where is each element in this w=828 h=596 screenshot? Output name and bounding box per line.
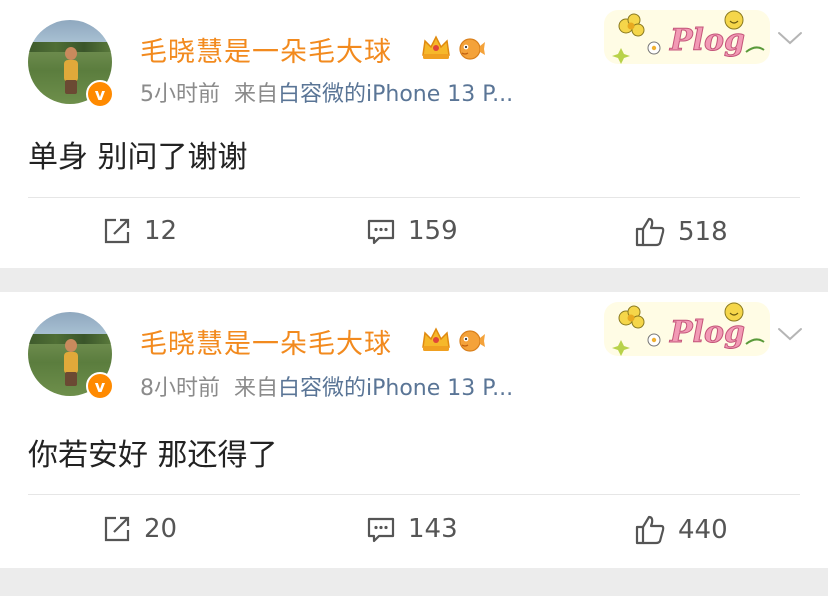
crown-icon bbox=[422, 327, 450, 351]
plog-badge: Plog bbox=[604, 10, 770, 64]
post-source[interactable]: 白容微的iPhone 13 P... bbox=[278, 82, 513, 107]
comment-count: 159 bbox=[408, 216, 458, 246]
avatar-child-legs bbox=[65, 80, 77, 94]
verified-v-icon: v bbox=[86, 372, 114, 400]
post-meta: 5小时前 来自白容微的iPhone 13 P... bbox=[140, 76, 513, 108]
feed-post: v 毛晓慧是一朵毛大球 5小时前 来自白容微的iPhone 13 P... Plo… bbox=[0, 0, 828, 268]
pufferfish-icon bbox=[459, 330, 485, 352]
feed-separator bbox=[0, 568, 828, 596]
repost-count: 12 bbox=[144, 216, 178, 246]
like-button[interactable]: 440 bbox=[634, 514, 728, 546]
repost-icon bbox=[104, 516, 130, 542]
chevron-down-icon[interactable] bbox=[776, 28, 804, 48]
username[interactable]: 毛晓慧是一朵毛大球 bbox=[140, 30, 392, 69]
chevron-down-icon[interactable] bbox=[776, 324, 804, 344]
avatar-child-body bbox=[64, 60, 78, 82]
like-count: 518 bbox=[678, 217, 728, 247]
post-content: 你若安好 那还得了 bbox=[28, 438, 278, 473]
crown-icon bbox=[422, 35, 450, 59]
like-count: 440 bbox=[678, 515, 728, 545]
post-actions: 12 159 518 bbox=[0, 198, 828, 268]
thumbs-up-icon bbox=[635, 217, 665, 247]
avatar-child-body bbox=[64, 352, 78, 374]
repost-button[interactable]: 12 bbox=[102, 216, 177, 246]
comment-button[interactable]: 143 bbox=[366, 514, 458, 544]
post-actions: 20 143 440 bbox=[0, 496, 828, 566]
post-content: 单身 别问了谢谢 bbox=[28, 140, 248, 175]
avatar-child-head bbox=[65, 339, 77, 352]
repost-icon bbox=[104, 218, 130, 244]
post-time: 5小时前 bbox=[140, 82, 220, 107]
avatar-child-head bbox=[65, 47, 77, 60]
pufferfish-icon bbox=[459, 38, 485, 60]
feed-separator bbox=[0, 268, 828, 292]
post-time: 8小时前 bbox=[140, 376, 220, 401]
post-source[interactable]: 白容微的iPhone 13 P... bbox=[278, 376, 513, 401]
verified-v-icon: v bbox=[86, 80, 114, 108]
thumbs-up-icon bbox=[635, 515, 665, 545]
comment-icon bbox=[367, 219, 395, 245]
avatar-child-legs bbox=[65, 372, 77, 386]
comment-icon bbox=[367, 517, 395, 543]
repost-button[interactable]: 20 bbox=[102, 514, 177, 544]
post-meta: 8小时前 来自白容微的iPhone 13 P... bbox=[140, 370, 513, 402]
divider bbox=[28, 494, 800, 495]
feed-post: v 毛晓慧是一朵毛大球 8小时前 来自白容微的iPhone 13 P... Plo… bbox=[0, 292, 828, 568]
comment-count: 143 bbox=[408, 514, 458, 544]
like-button[interactable]: 518 bbox=[634, 216, 728, 248]
from-label: 来自 bbox=[234, 376, 279, 401]
comment-button[interactable]: 159 bbox=[366, 216, 458, 246]
username[interactable]: 毛晓慧是一朵毛大球 bbox=[140, 322, 392, 361]
repost-count: 20 bbox=[144, 514, 178, 544]
plog-badge: Plog bbox=[604, 302, 770, 356]
from-label: 来自 bbox=[234, 82, 279, 107]
